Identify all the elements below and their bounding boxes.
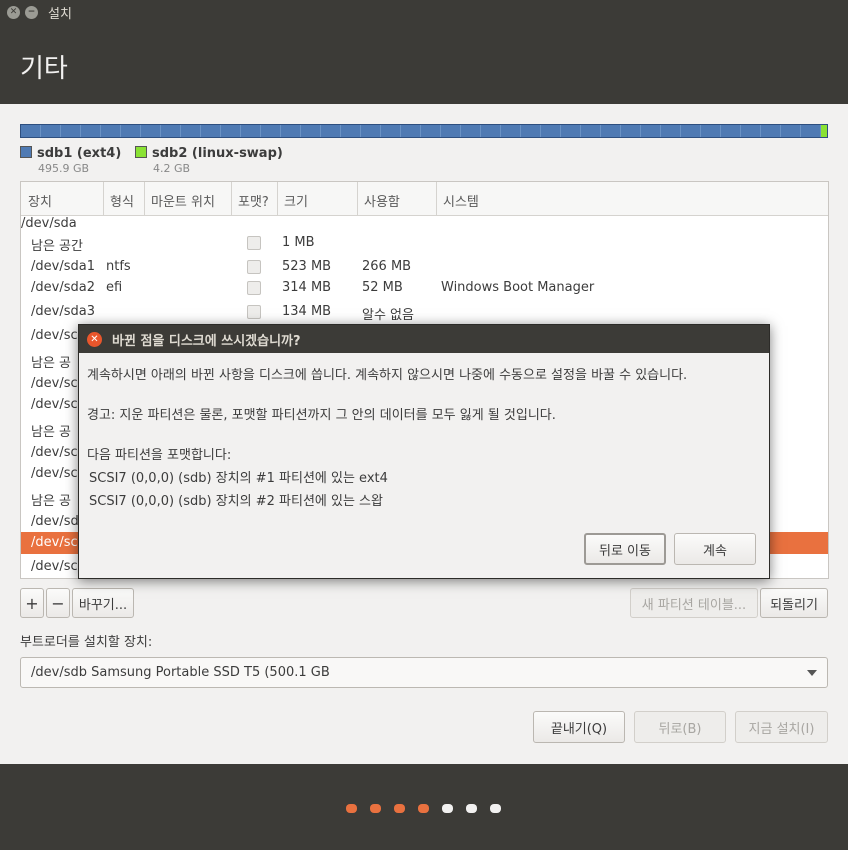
cell-used: 52 MB bbox=[362, 280, 403, 295]
cell-device: /dev/sda bbox=[21, 216, 77, 231]
progress-dot bbox=[442, 804, 453, 813]
format-checkbox[interactable] bbox=[247, 281, 261, 295]
legend-name: sdb1 (ext4) bbox=[37, 146, 122, 161]
dialog-titlebar: ✕ 바뀐 점을 디스크에 쓰시겠습니까? bbox=[79, 325, 769, 353]
cell-size: 1 MB bbox=[282, 235, 315, 250]
table-row[interactable]: /dev/sda1 ntfs 523 MB 266 MB bbox=[21, 256, 828, 278]
legend-size: 4.2 GB bbox=[153, 162, 191, 175]
legend-swatch-swap bbox=[135, 146, 147, 158]
progress-dot bbox=[394, 804, 405, 813]
table-row[interactable]: /dev/sda3 134 MB 알수 없음 bbox=[21, 301, 828, 323]
column-size[interactable]: 크기 bbox=[284, 191, 308, 210]
cell-device: /dev/sc bbox=[31, 328, 78, 343]
bootloader-device-select[interactable]: /dev/sdb Samsung Portable SSD T5 (500.1 … bbox=[20, 657, 828, 688]
dialog-format-item: SCSI7 (0,0,0) (sdb) 장치의 #1 파티션에 있는 ext4 bbox=[89, 471, 388, 486]
cell-device: /dev/sc bbox=[31, 535, 78, 550]
table-header: 장치 형식 마운트 위치 포맷? 크기 사용함 시스템 bbox=[21, 182, 828, 216]
dialog-format-item: SCSI7 (0,0,0) (sdb) 장치의 #2 파티션에 있는 스왑 bbox=[89, 494, 383, 509]
revert-button[interactable]: 되돌리기 bbox=[760, 588, 828, 618]
bootloader-device-value: /dev/sdb Samsung Portable SSD T5 (500.1 … bbox=[31, 665, 330, 680]
cell-device: /dev/sc bbox=[31, 376, 78, 391]
cell-device: 남은 공 bbox=[31, 356, 72, 371]
dialog-title: 바뀐 점을 디스크에 쓰시겠습니까? bbox=[112, 333, 301, 349]
confirm-write-dialog: ✕ 바뀐 점을 디스크에 쓰시겠습니까? 계속하시면 아래의 바뀐 사항을 디스… bbox=[78, 324, 770, 579]
window-titlebar: ✕ − 설치 bbox=[0, 0, 848, 24]
cell-used: 266 MB bbox=[362, 259, 412, 274]
window-title: 설치 bbox=[48, 6, 72, 22]
quit-button[interactable]: 끝내기(Q) bbox=[533, 711, 625, 743]
cell-size: 134 MB bbox=[282, 304, 332, 319]
progress-dot bbox=[370, 804, 381, 813]
new-partition-table-button[interactable]: 새 파티션 테이블... bbox=[630, 588, 758, 618]
format-checkbox[interactable] bbox=[247, 305, 261, 319]
cell-device: /dev/sc bbox=[31, 559, 78, 574]
cell-device: 남은 공 bbox=[31, 494, 72, 509]
dialog-close-icon[interactable]: ✕ bbox=[87, 331, 102, 347]
cell-device: /dev/sda3 bbox=[31, 304, 95, 319]
legend-sdb2: sdb2 (linux-swap) 4.2 GB bbox=[135, 146, 283, 175]
page-header: 기타 bbox=[0, 24, 848, 104]
column-used[interactable]: 사용함 bbox=[364, 191, 400, 210]
cell-device: /dev/sc bbox=[31, 466, 78, 481]
bootloader-label: 부트로더를 설치할 장치: bbox=[20, 635, 153, 650]
legend-swatch-ext4 bbox=[20, 146, 32, 158]
progress-dot bbox=[346, 804, 357, 813]
progress-dot bbox=[490, 804, 501, 813]
disk-usage-bar bbox=[20, 124, 828, 138]
cell-device: /dev/sdl bbox=[31, 514, 83, 529]
add-partition-button[interactable]: + bbox=[20, 588, 44, 618]
window-minimize-icon[interactable]: − bbox=[25, 5, 38, 19]
column-system[interactable]: 시스템 bbox=[443, 191, 479, 210]
back-button[interactable]: 뒤로(B) bbox=[634, 711, 726, 743]
column-format[interactable]: 포맷? bbox=[238, 191, 269, 210]
dialog-message: 계속하시면 아래의 바뀐 사항을 디스크에 씁니다. 계속하지 않으시면 나중에… bbox=[87, 368, 688, 383]
table-row[interactable]: 남은 공간 1 MB bbox=[21, 232, 828, 254]
progress-dot bbox=[418, 804, 429, 813]
install-now-button[interactable]: 지금 설치(I) bbox=[735, 711, 828, 743]
cell-device: /dev/sda2 bbox=[31, 280, 95, 295]
remove-partition-button[interactable]: − bbox=[46, 588, 70, 618]
cell-type: ntfs bbox=[106, 259, 131, 274]
dialog-format-heading: 다음 파티션을 포맷합니다: bbox=[87, 448, 232, 463]
dropdown-arrow-icon bbox=[807, 670, 817, 676]
dialog-continue-button[interactable]: 계속 bbox=[674, 533, 756, 565]
cell-device: /dev/sc bbox=[31, 397, 78, 412]
cell-used: 알수 없음 bbox=[362, 308, 414, 323]
table-row[interactable]: /dev/sda2 efi 314 MB 52 MB Windows Boot Mana… bbox=[21, 277, 828, 299]
cell-device: /dev/sc bbox=[31, 445, 78, 460]
legend-size: 495.9 GB bbox=[38, 162, 90, 175]
cell-size: 523 MB bbox=[282, 259, 332, 274]
page-title: 기타 bbox=[20, 54, 68, 84]
cell-type: efi bbox=[106, 280, 123, 295]
cell-size: 314 MB bbox=[282, 280, 332, 295]
column-type[interactable]: 형식 bbox=[110, 191, 134, 210]
column-mount[interactable]: 마운트 위치 bbox=[151, 191, 215, 210]
format-checkbox[interactable] bbox=[247, 236, 261, 250]
window-close-icon[interactable]: ✕ bbox=[7, 5, 20, 19]
change-partition-button[interactable]: 바꾸기... bbox=[72, 588, 134, 618]
dialog-warning: 경고: 지운 파티션은 물론, 포맷할 파티션까지 그 안의 데이터를 모두 잃… bbox=[87, 408, 556, 423]
column-device[interactable]: 장치 bbox=[28, 191, 52, 210]
cell-device: 남은 공 bbox=[31, 425, 72, 440]
dialog-go-back-button[interactable]: 뒤로 이동 bbox=[584, 533, 666, 565]
legend-sdb1: sdb1 (ext4) 495.9 GB bbox=[20, 146, 121, 175]
legend-name: sdb2 (linux-swap) bbox=[152, 146, 283, 161]
cell-device: /dev/sda1 bbox=[31, 259, 95, 274]
format-checkbox[interactable] bbox=[247, 260, 261, 274]
progress-dot bbox=[466, 804, 477, 813]
installer-footer bbox=[0, 764, 848, 850]
swap-segment bbox=[821, 125, 827, 137]
cell-device: 남은 공간 bbox=[31, 239, 83, 254]
cell-system: Windows Boot Manager bbox=[441, 280, 595, 295]
